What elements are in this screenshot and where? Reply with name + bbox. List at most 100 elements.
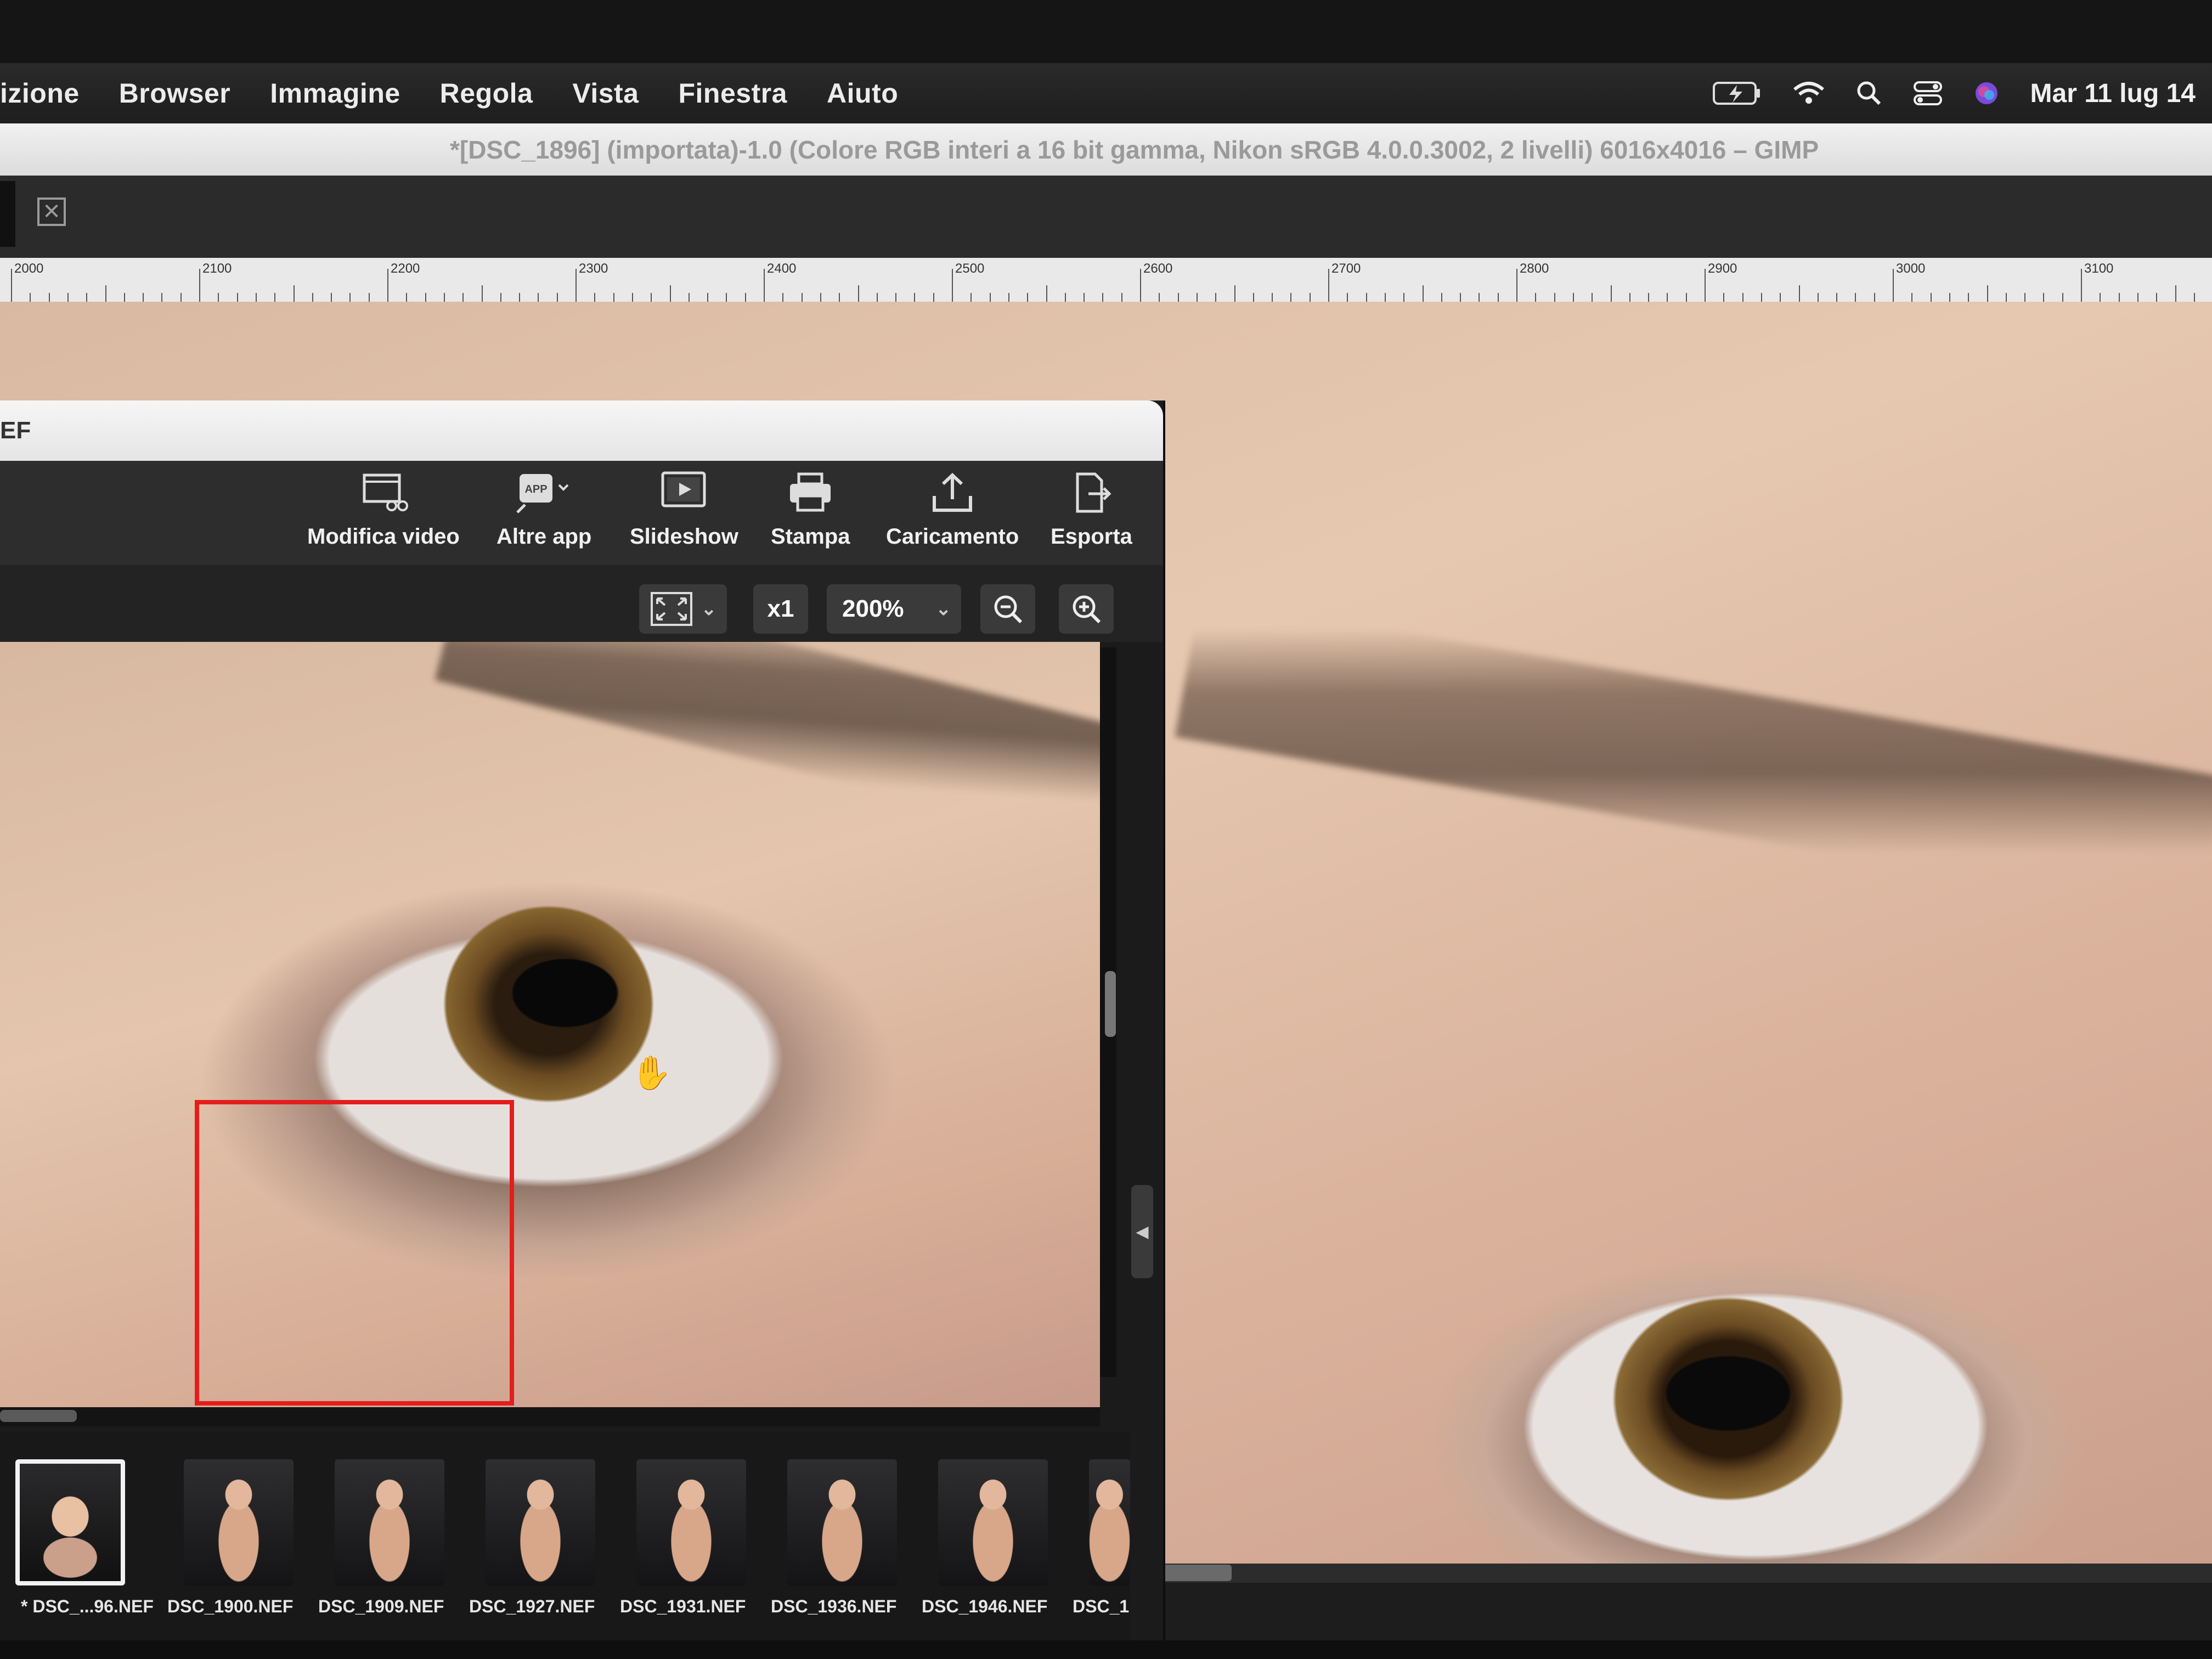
ruler-minor-tick [481,285,483,302]
menu-help[interactable]: Aiuto [827,77,898,109]
filmstrip: * DSC_...96.NEF DSC_1900.NEF DSC_1909.NEF D… [0,1432,1130,1659]
actual-size-button[interactable]: x1 [753,584,808,634]
ruler-minor-tick [425,293,426,302]
ruler-minor-tick [556,293,558,302]
ruler-major-tick [199,269,200,302]
ruler-minor-tick [857,285,859,302]
filmstrip-thumbnail[interactable] [15,1459,125,1585]
print-button[interactable]: Stampa [771,471,850,549]
ruler-minor-tick [1046,285,1047,302]
ruler-minor-tick [2175,285,2176,302]
ruler-minor-tick [1911,293,1913,302]
viewer-horizontal-scrollbar[interactable] [0,1407,1100,1426]
gimp-tab-bar: ✕ [0,176,2212,258]
eyebrow-detail [435,642,1100,853]
gimp-scroll-thumb[interactable] [1155,1565,1232,1581]
ruler-minor-tick [1798,285,1800,302]
upload-button[interactable]: Caricamento [886,471,1019,549]
ruler-minor-tick [1610,285,1612,302]
edit-video-button[interactable]: Modifica video [307,471,460,549]
control-center-icon[interactable] [1913,80,1943,107]
ruler-minor-tick [820,293,821,302]
ruler-label: 3100 [2084,261,2114,276]
edit-video-label: Modifica video [307,524,460,549]
ruler-minor-tick [1008,293,1009,302]
menu-browser[interactable]: Browser [119,77,231,109]
filmstrip-thumbnail[interactable] [1089,1459,1130,1585]
export-button[interactable]: Esporta [1051,471,1132,549]
battery-icon[interactable] [1712,81,1762,106]
search-icon[interactable] [1855,80,1883,107]
ruler-minor-tick [1460,293,1462,302]
ruler-minor-tick [2118,293,2120,302]
ruler-major-tick [1328,269,1329,302]
zoom-bar: ⌄ x1 200% ⌄ [0,565,1163,642]
close-tab-icon[interactable]: ✕ [37,198,66,226]
ruler-minor-tick [2137,293,2138,302]
slideshow-button[interactable]: Slideshow [630,471,738,549]
ruler-minor-tick [1874,293,1875,302]
ruler-minor-tick [1497,293,1499,302]
filmstrip-label: DSC_1927.NEF [469,1596,595,1616]
viewer-image[interactable] [0,642,1100,1424]
actual-size-label: x1 [767,595,794,622]
zoom-out-button[interactable] [980,584,1035,634]
ruler-minor-tick [161,293,163,302]
chevron-down-icon[interactable]: ⌄ [701,598,717,620]
filmstrip-thumbnail[interactable] [636,1459,746,1585]
ruler-major-tick [1516,269,1517,302]
ruler-label: 2800 [1520,261,1549,276]
menu-adjust[interactable]: Regola [440,77,533,109]
filmstrip-thumbnail[interactable] [184,1459,294,1585]
ruler-minor-tick [1234,285,1235,302]
filmstrip-thumbnail[interactable] [486,1459,595,1585]
ruler-minor-tick [782,293,784,302]
ruler-minor-tick [123,293,125,302]
fit-to-window-button[interactable]: ⌄ [639,584,727,634]
ruler-minor-tick [331,293,332,302]
ruler-minor-tick [1554,293,1555,302]
comparison-highlight-box [195,1100,514,1406]
zoom-level-select[interactable]: 200% ⌄ [827,584,961,634]
ruler-minor-tick [48,293,50,302]
zoom-in-button[interactable] [1059,584,1114,634]
filmstrip-thumbnail[interactable] [787,1459,897,1585]
viewer-hscroll-thumb[interactable] [0,1410,77,1422]
ruler-minor-tick [1027,293,1029,302]
viewer-scroll-thumb[interactable] [1105,971,1116,1037]
ruler-minor-tick [1949,293,1950,302]
ruler-minor-tick [2156,293,2158,302]
ruler-minor-tick [651,293,652,302]
gimp-horizontal-scrollbar[interactable] [1155,1564,2212,1583]
ruler-minor-tick [970,293,972,302]
ruler-minor-tick [1572,293,1574,302]
ruler-minor-tick [1760,293,1762,302]
ruler-minor-tick [613,293,614,302]
gimp-window-title: *[DSC_1896] (importata)-1.0 (Colore RGB … [0,123,2212,176]
menu-window[interactable]: Finestra [678,77,787,109]
ruler-minor-tick [30,293,31,302]
gimp-image-tab[interactable] [0,181,15,247]
menu-view[interactable]: Vista [572,77,639,109]
other-apps-button[interactable]: APP Altre app [496,471,591,549]
ruler-minor-tick [1252,293,1254,302]
ruler-minor-tick [312,293,313,302]
filmstrip-thumbnail[interactable] [335,1459,444,1585]
siri-icon[interactable] [1973,80,2000,107]
wifi-icon[interactable] [1792,81,1825,106]
ruler-label: 2400 [767,261,797,276]
eyebrow-detail [1175,596,2212,918]
app-badge-text: APP [524,483,547,495]
dock-edge [0,1640,2212,1659]
ruler-major-tick [1140,269,1141,302]
filmstrip-thumbnail[interactable] [938,1459,1048,1585]
ruler-label: 2300 [579,261,608,276]
menu-clock[interactable]: Mar 11 lug 14 [2030,78,2196,109]
ruler-minor-tick [1102,293,1104,302]
menu-image[interactable]: Immagine [270,77,400,109]
ruler-label: 3000 [1896,261,1926,276]
ruler-major-tick [387,269,388,302]
collapse-panel-button[interactable]: ◀ [1131,1185,1153,1278]
menu-edit[interactable]: izione [0,77,80,109]
ruler-minor-tick [801,293,803,302]
